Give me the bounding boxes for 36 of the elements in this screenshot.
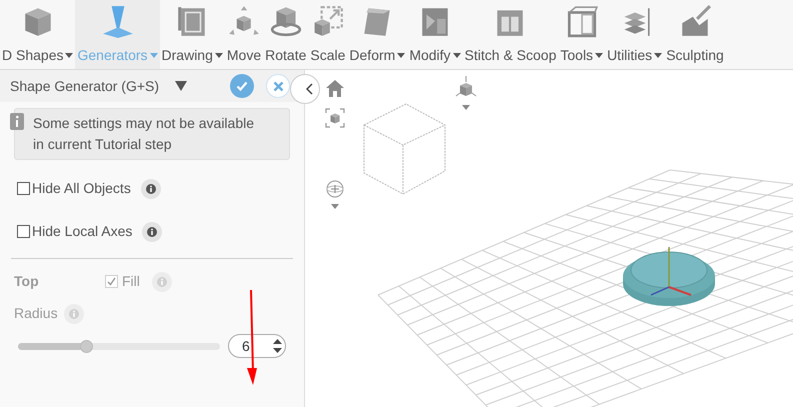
toolbar-button[interactable]: Drawing (160, 0, 225, 69)
toolbar-button[interactable]: Tools (558, 0, 606, 69)
info-icon[interactable] (140, 178, 161, 198)
notice-text: Some settings may not be available in current Tutorial step (33, 114, 256, 154)
toolbar-button[interactable]: Sculpting (664, 0, 726, 69)
confirm-button[interactable] (230, 74, 254, 98)
checkbox[interactable] (17, 225, 30, 238)
info-icon (10, 113, 24, 130)
dropdown-triangle-icon[interactable] (175, 81, 188, 91)
info-icon[interactable] (142, 222, 162, 242)
toolbar-button[interactable]: Deform (347, 0, 408, 69)
section-title: Top (14, 272, 40, 291)
check-icon (236, 80, 248, 92)
orbit-icon[interactable] (326, 180, 344, 210)
home-icon[interactable] (326, 80, 344, 97)
fit-view-icon[interactable] (325, 108, 345, 128)
perspective-cube-icon[interactable] (454, 76, 478, 110)
chevron-left-icon (306, 83, 313, 95)
collapse-button[interactable] (290, 74, 320, 104)
checkbox[interactable] (17, 182, 30, 195)
toolbar-button[interactable]: Scale (308, 0, 348, 69)
toolbar-button[interactable]: Stitch & Scoop (462, 0, 558, 69)
option-label: Hide Local Axes (32, 222, 132, 241)
toolbar-button[interactable]: Utilities (605, 0, 664, 69)
option-label: Hide All Objects (32, 179, 131, 198)
move-icon (227, 4, 261, 38)
toolbar-button[interactable]: Move (224, 0, 264, 69)
toolbar-button[interactable]: Modify (407, 0, 463, 69)
panel-title: Shape Generator (G+S) (10, 76, 160, 96)
toolbar-button[interactable]: D Shapes (0, 0, 76, 69)
fill-label: Fill (122, 272, 140, 291)
close-button[interactable] (266, 74, 290, 98)
spike-icon (100, 4, 134, 38)
close-icon (272, 80, 284, 92)
radius-label: Radius (14, 304, 58, 323)
toolbar-button[interactable]: Rotate (263, 0, 308, 69)
